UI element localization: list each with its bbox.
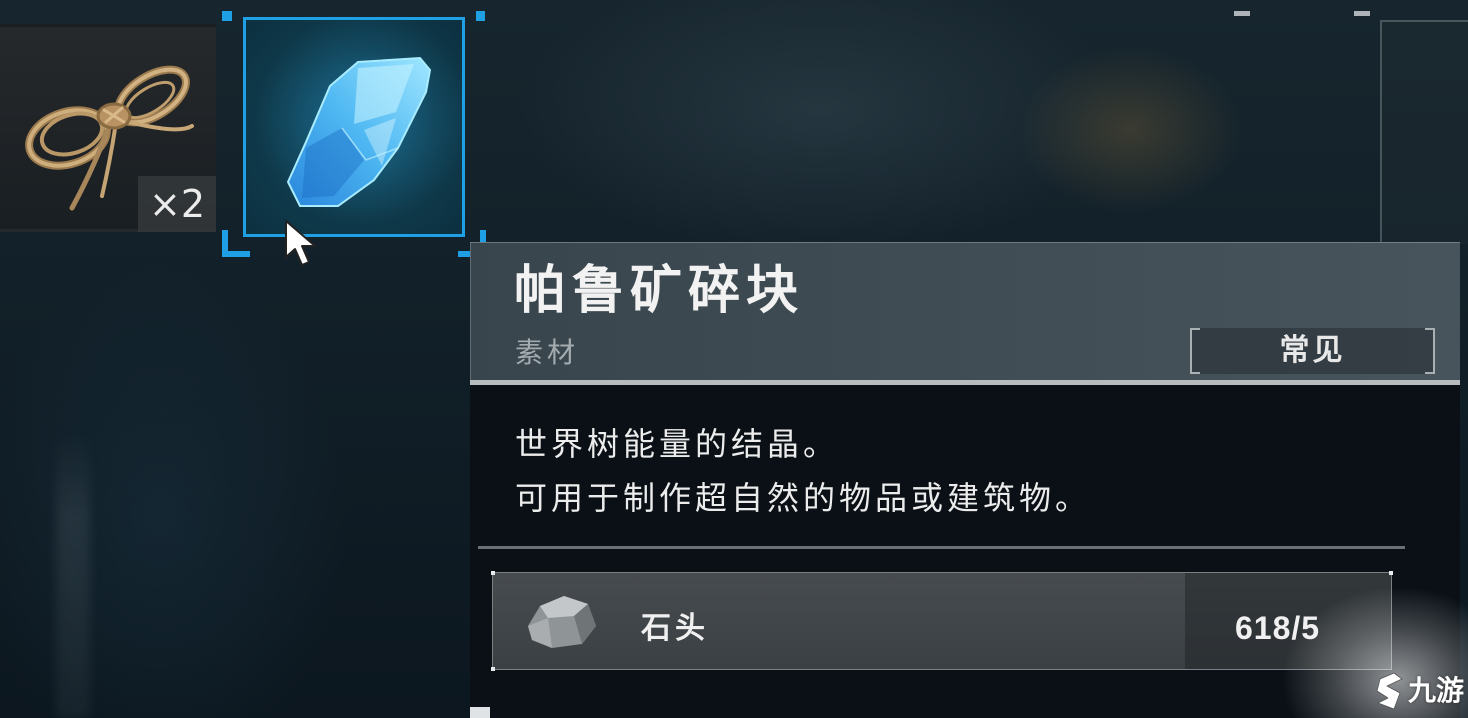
rarity-badge: 常见 xyxy=(1190,328,1435,374)
stone-icon xyxy=(528,596,596,648)
background-light-pillar xyxy=(56,430,90,718)
selection-corner-top-right xyxy=(476,11,485,21)
jiuyou-logo-icon xyxy=(1376,672,1403,710)
row-corner-marker xyxy=(491,667,495,671)
tooltip-section-divider xyxy=(478,546,1405,549)
row-corner-marker xyxy=(491,571,495,575)
watermark: 九游 xyxy=(1374,668,1466,714)
rarity-label: 常见 xyxy=(1279,334,1346,367)
selection-corner-top-left xyxy=(222,11,232,21)
selection-corner-bottom-left xyxy=(222,230,250,257)
item-title: 帕鲁矿碎块 xyxy=(514,262,805,320)
item-description-line: 可用于制作超自然的物品或建筑物。 xyxy=(515,480,1092,516)
tooltip-corner-marker xyxy=(470,707,490,718)
item-description-line: 世界树能量的结晶。 xyxy=(515,426,840,462)
inventory-slot-paldium-fragment[interactable] xyxy=(243,17,465,237)
tooltip-header: 帕鲁矿碎块 素材 常见 xyxy=(470,242,1460,380)
inventory-slot-rope[interactable]: ×2 xyxy=(0,24,216,232)
hud-marker xyxy=(1234,11,1250,16)
side-panel-frame xyxy=(1380,20,1468,244)
row-corner-marker xyxy=(1389,571,1393,575)
watermark-text: 九游 xyxy=(1408,675,1465,706)
paldium-fragment-icon xyxy=(246,20,462,234)
mouse-pointer-icon xyxy=(285,220,316,266)
item-count-badge: ×2 xyxy=(138,176,216,232)
item-category: 素材 xyxy=(515,337,580,368)
material-row: 石头 618/5 xyxy=(491,571,1393,671)
material-name: 石头 xyxy=(641,612,709,645)
hud-marker xyxy=(1354,11,1370,16)
